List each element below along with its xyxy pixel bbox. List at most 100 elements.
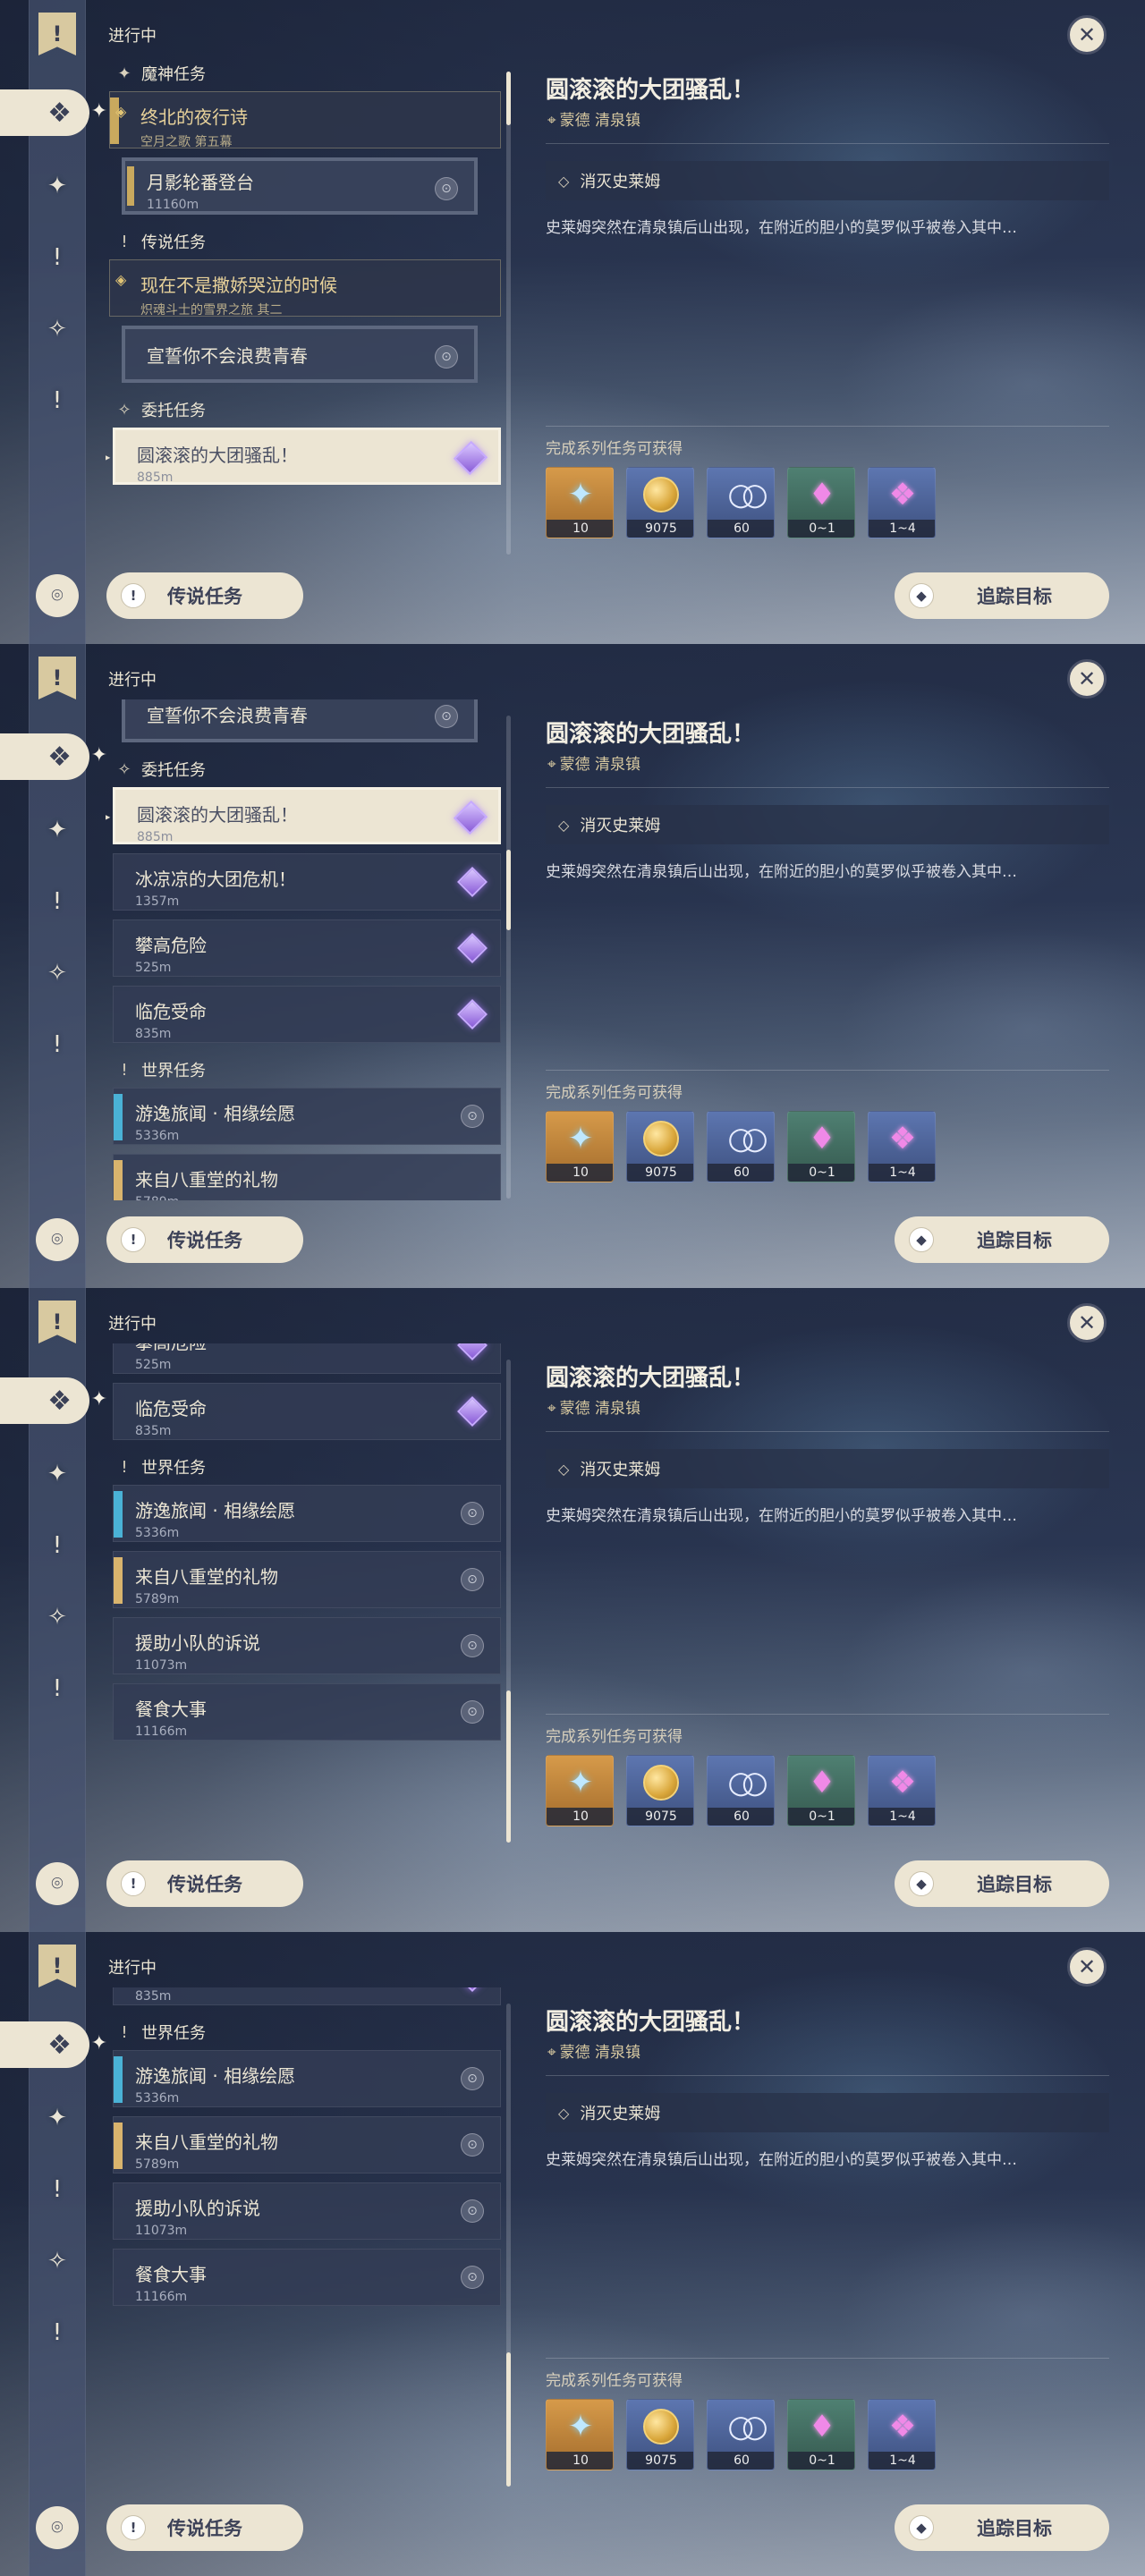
all-quests-tab[interactable]: ❖ ✦ xyxy=(0,1377,107,1424)
quest-vow[interactable]: 宣誓你不会浪费青春 ⊙ xyxy=(122,699,478,742)
story-quests-tab[interactable]: ! xyxy=(34,2166,81,2213)
reward-companionship-exp[interactable]: ○○ 60 xyxy=(707,2399,775,2470)
quest-list[interactable]: 攀高危险 525m 临危受命 835m !世界任务 游逸旅闻 · 相缘绘愿 53… xyxy=(106,1343,508,1844)
reward-adventure-exp[interactable]: ✦ 10 xyxy=(546,1111,614,1182)
navigate-pin-button[interactable]: ⊙ xyxy=(461,1105,484,1128)
quest-list[interactable]: ✦ 魔神任务 ◈ 终北的夜行诗 空月之歌 第五幕 月影轮番登台 11160m ⊙ … xyxy=(106,55,508,556)
world-quests-tab[interactable]: ! xyxy=(34,377,81,424)
quest-wander[interactable]: 游逸旅闻 · 相缘绘愿 5336m ⊙ xyxy=(113,2050,501,2107)
quest-food[interactable]: 餐食大事 11166m ⊙ xyxy=(113,2249,501,2306)
commission-quests-tab[interactable]: ✧ xyxy=(34,2238,81,2284)
world-quests-tab[interactable]: ! xyxy=(34,1665,81,1712)
quest-book-button[interactable]: ⌾ xyxy=(36,2506,79,2549)
quest-archon-chapter[interactable]: ◈ 终北的夜行诗 空月之歌 第五幕 xyxy=(109,91,501,149)
close-button[interactable]: ✕ xyxy=(1067,15,1107,55)
close-button[interactable]: ✕ xyxy=(1067,1303,1107,1343)
navigate-pin-button[interactable]: ⊙ xyxy=(461,2133,484,2157)
quest-wander[interactable]: 游逸旅闻 · 相缘绘愿 5336m ⊙ xyxy=(113,1485,501,1542)
quest-gift[interactable]: 来自八重堂的礼物 5789m ⊙ xyxy=(113,2116,501,2174)
quest-moon-shadow[interactable]: 月影轮番登台 11160m ⊙ xyxy=(122,157,478,215)
reward-companionship-exp[interactable]: ○○ 60 xyxy=(707,1111,775,1182)
track-target-button[interactable]: ◆ 追踪目标 xyxy=(895,1860,1109,1907)
navigate-pin-button[interactable]: ⊙ xyxy=(435,345,458,369)
all-quests-tab[interactable]: ❖ ✦ xyxy=(0,733,107,780)
quest-book-button[interactable]: ⌾ xyxy=(36,1218,79,1261)
list-scrollbar[interactable] xyxy=(506,72,511,555)
navigate-pin-button[interactable]: ⊙ xyxy=(461,2266,484,2289)
scroll-thumb[interactable] xyxy=(506,72,511,125)
quest-ice[interactable]: 冰凉凉的大团危机！ 1357m xyxy=(113,853,501,911)
quest-food[interactable]: 餐食大事 11166m ⊙ xyxy=(113,1683,501,1741)
all-quests-tab[interactable]: ❖ ✦ xyxy=(0,89,107,136)
archon-quests-tab[interactable]: ✦ xyxy=(34,2095,81,2141)
list-scrollbar[interactable] xyxy=(506,1360,511,1843)
scroll-thumb[interactable] xyxy=(506,1690,511,1843)
all-quests-tab[interactable]: ❖ ✦ xyxy=(0,2021,107,2068)
quest-list[interactable]: 临危受命 835m !世界任务 游逸旅闻 · 相缘绘愿 5336m ⊙ 来自八重… xyxy=(106,1987,508,2488)
legend-quests-button[interactable]: ! 传说任务 xyxy=(106,2504,303,2551)
navigate-pin-button[interactable]: ⊙ xyxy=(435,177,458,200)
commission-quests-tab[interactable]: ✧ xyxy=(34,306,81,352)
reward-primogem[interactable]: ❖ 1~4 xyxy=(868,1111,936,1182)
close-button[interactable]: ✕ xyxy=(1067,1947,1107,1987)
story-quests-tab[interactable]: ! xyxy=(34,878,81,925)
scroll-thumb[interactable] xyxy=(506,850,511,930)
legend-quests-button[interactable]: ! 传说任务 xyxy=(106,1216,303,1263)
reward-companionship-exp[interactable]: ○○ 60 xyxy=(707,1755,775,1826)
navigate-pin-button[interactable]: ⊙ xyxy=(435,705,458,728)
archon-quests-tab[interactable]: ✦ xyxy=(34,1451,81,1497)
reward-crystal-chunk[interactable]: ♦ 0~1 xyxy=(787,1755,855,1826)
quest-danger[interactable]: 临危受命 835m xyxy=(113,1383,501,1440)
navigate-pin-button[interactable]: ⊙ xyxy=(461,1634,484,1657)
quest-danger[interactable]: 临危受命 835m xyxy=(113,986,501,1043)
quest-list[interactable]: 宣誓你不会浪费青春 ⊙ ✧委托任务 ▶ 圆滚滚的大团骚乱！ 885m 冰凉凉的大… xyxy=(106,699,508,1200)
quest-danger[interactable]: 临危受命 835m xyxy=(113,1987,501,2005)
story-quests-tab[interactable]: ! xyxy=(34,234,81,281)
navigate-pin-button[interactable]: ⊙ xyxy=(461,2067,484,2090)
quest-gift[interactable]: 来自八重堂的礼物 5789m xyxy=(113,1154,501,1200)
quest-gift[interactable]: 来自八重堂的礼物 5789m ⊙ xyxy=(113,1551,501,1608)
reward-primogem[interactable]: ❖ 1~4 xyxy=(868,2399,936,2470)
archon-quests-tab[interactable]: ✦ xyxy=(34,807,81,853)
reward-mora[interactable]: 9075 xyxy=(626,467,694,538)
quest-squad[interactable]: 援助小队的诉说 11073m ⊙ xyxy=(113,1617,501,1674)
quest-vow[interactable]: 宣誓你不会浪费青春 ⊙ xyxy=(122,326,478,383)
close-button[interactable]: ✕ xyxy=(1067,659,1107,699)
quest-book-button[interactable]: ⌾ xyxy=(36,574,79,617)
reward-adventure-exp[interactable]: ✦ 10 xyxy=(546,2399,614,2470)
reward-primogem[interactable]: ❖ 1~4 xyxy=(868,1755,936,1826)
navigate-pin-button[interactable]: ⊙ xyxy=(461,1700,484,1724)
quest-book-button[interactable]: ⌾ xyxy=(36,1862,79,1905)
navigate-pin-button[interactable]: ⊙ xyxy=(461,1502,484,1525)
reward-mora[interactable]: 9075 xyxy=(626,1111,694,1182)
archon-quests-tab[interactable]: ✦ xyxy=(34,163,81,209)
reward-companionship-exp[interactable]: ○○ 60 xyxy=(707,467,775,538)
quest-wander[interactable]: 游逸旅闻 · 相缘绘愿 5336m ⊙ xyxy=(113,1088,501,1145)
quest-slime-selected[interactable]: ▶ 圆滚滚的大团骚乱！ 885m xyxy=(106,787,501,844)
list-scrollbar[interactable] xyxy=(506,2004,511,2487)
quest-climb[interactable]: 攀高危险 525m xyxy=(113,919,501,977)
reward-adventure-exp[interactable]: ✦ 10 xyxy=(546,467,614,538)
navigate-pin-button[interactable]: ⊙ xyxy=(461,2199,484,2223)
reward-adventure-exp[interactable]: ✦ 10 xyxy=(546,1755,614,1826)
quest-legend-chapter[interactable]: ◈ 现在不是撒娇哭泣的时候 炽魂斗士的雪界之旅 其二 xyxy=(109,259,501,318)
quest-climb[interactable]: 攀高危险 525m xyxy=(113,1343,501,1374)
reward-crystal-chunk[interactable]: ♦ 0~1 xyxy=(787,1111,855,1182)
track-target-button[interactable]: ◆ 追踪目标 xyxy=(895,1216,1109,1263)
reward-crystal-chunk[interactable]: ♦ 0~1 xyxy=(787,2399,855,2470)
legend-quests-button[interactable]: ! 传说任务 xyxy=(106,1860,303,1907)
legend-quests-button[interactable]: ! 传说任务 xyxy=(106,572,303,619)
world-quests-tab[interactable]: ! xyxy=(34,2309,81,2356)
quest-squad[interactable]: 援助小队的诉说 11073m ⊙ xyxy=(113,2182,501,2240)
navigate-pin-button[interactable]: ⊙ xyxy=(461,1568,484,1591)
track-target-button[interactable]: ◆ 追踪目标 xyxy=(895,572,1109,619)
commission-quests-tab[interactable]: ✧ xyxy=(34,1594,81,1640)
reward-primogem[interactable]: ❖ 1~4 xyxy=(868,467,936,538)
commission-quests-tab[interactable]: ✧ xyxy=(34,950,81,996)
scroll-thumb[interactable] xyxy=(506,2352,511,2487)
story-quests-tab[interactable]: ! xyxy=(34,1522,81,1569)
list-scrollbar[interactable] xyxy=(506,716,511,1199)
reward-crystal-chunk[interactable]: ♦ 0~1 xyxy=(787,467,855,538)
quest-slime-selected[interactable]: ▶ 圆滚滚的大团骚乱！ 885m xyxy=(106,428,501,485)
track-target-button[interactable]: ◆ 追踪目标 xyxy=(895,2504,1109,2551)
